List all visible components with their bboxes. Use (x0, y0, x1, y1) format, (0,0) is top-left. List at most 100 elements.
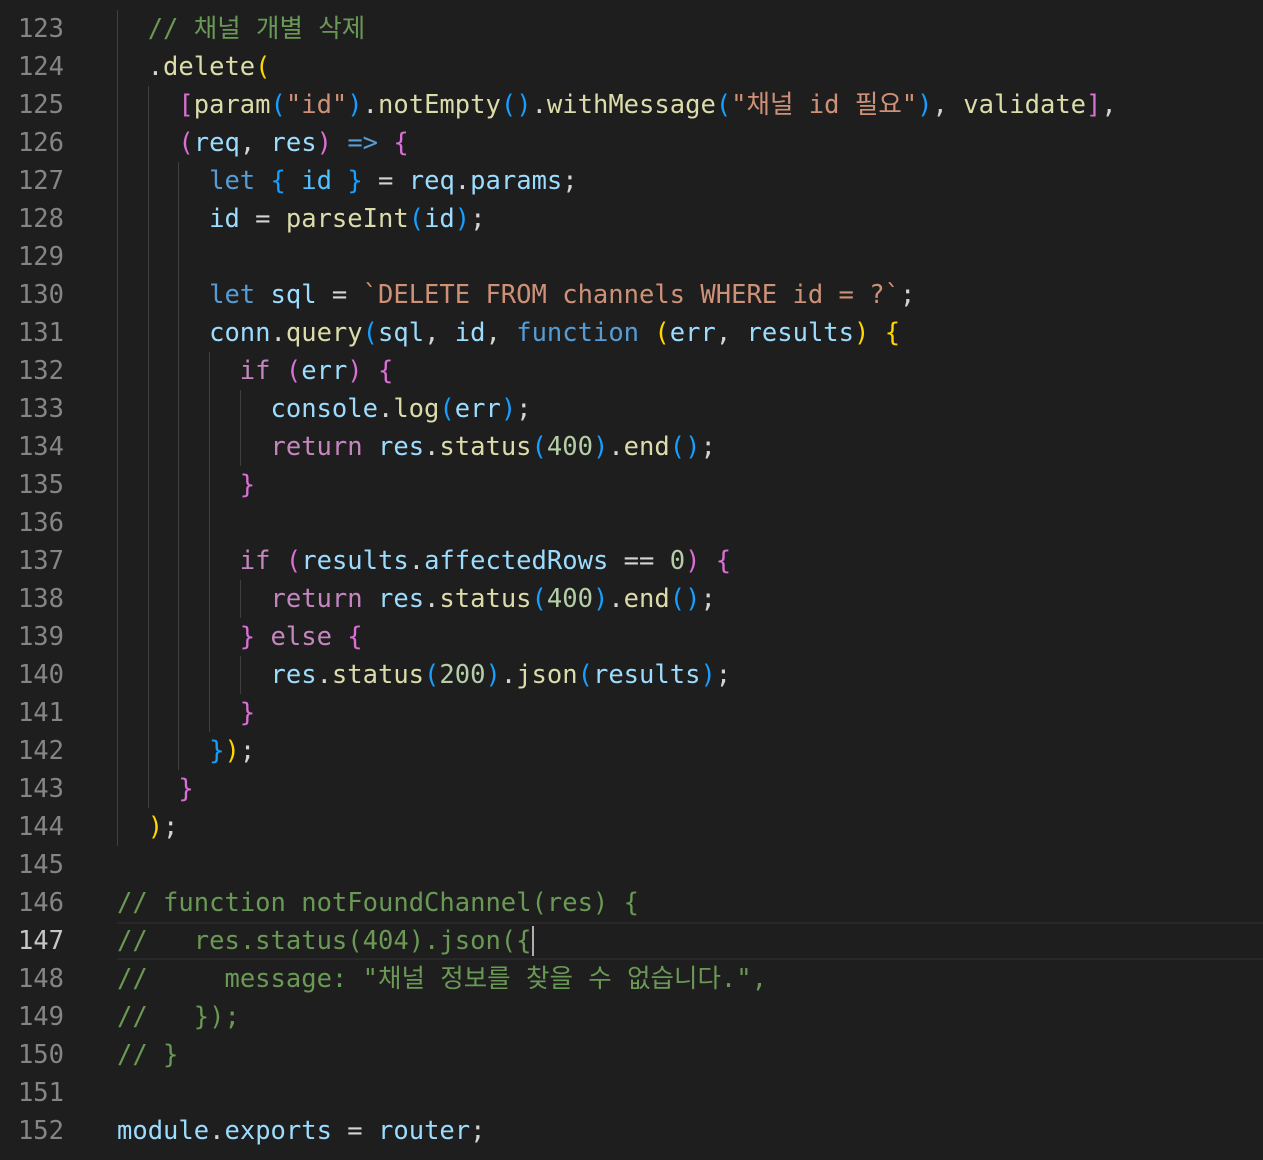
code-token: ( (424, 660, 440, 690)
line-number: 126 (17, 128, 64, 158)
line-number: 136 (17, 508, 64, 538)
line-number: 125 (17, 90, 64, 120)
line-number: 128 (17, 204, 64, 234)
code-token: // 채널 개별 삭제 (147, 14, 366, 44)
code-token: exports (224, 1116, 332, 1146)
code-token: ( (577, 660, 593, 690)
line-code: // }); (117, 1001, 240, 1033)
line-number: 129 (17, 242, 64, 272)
code-line[interactable]: 124 .delete( (0, 48, 1263, 86)
code-line[interactable]: 126 (req, res) => { (0, 124, 1263, 162)
code-token: param (193, 90, 271, 120)
code-line[interactable]: 138 return res.status(400).end(); (0, 580, 1263, 618)
code-token: } (239, 622, 256, 652)
code-line[interactable]: 141} (0, 694, 1263, 732)
code-line[interactable]: 134 return res.status(400).end(); (0, 428, 1263, 466)
line-number: 146 (17, 888, 64, 918)
code-token: 200 (439, 660, 486, 690)
code-token: ( (715, 90, 732, 120)
code-token: id (424, 204, 455, 234)
code-line[interactable]: 139} else { (0, 618, 1263, 656)
code-line[interactable]: 130 let sql = `DELETE FROM channels WHERE… (0, 276, 1263, 314)
code-token: ( (362, 318, 378, 348)
code-token: ) (700, 660, 716, 690)
line-code: res.status(200).json(results); (271, 659, 732, 691)
code-line[interactable]: 133 console.log(err); (0, 390, 1263, 428)
code-line[interactable]: 128 id = parseInt(id); (0, 200, 1263, 238)
code-token: . (377, 394, 394, 424)
line-code: // function notFoundChannel(res) { (117, 887, 639, 919)
code-line[interactable]: 143} (0, 770, 1263, 808)
code-line[interactable]: 123 // 채널 개별 삭제 (0, 10, 1263, 48)
code-token: ) (592, 432, 609, 462)
code-line[interactable]: 127 let { id } = req.params; (0, 162, 1263, 200)
code-token: { (884, 318, 901, 348)
code-line[interactable]: 135} (0, 466, 1263, 504)
code-token: { (393, 128, 409, 158)
code-token: "id" (285, 90, 348, 120)
code-token: . (531, 90, 547, 120)
line-number: 143 (17, 774, 64, 804)
code-token: ; (562, 166, 578, 196)
code-line[interactable]: 142}); (0, 732, 1263, 770)
code-token: . (424, 584, 440, 614)
code-token: status (439, 432, 532, 462)
line-code: } (178, 773, 193, 805)
code-line[interactable]: 125 [param("id").notEmpty().withMessage("… (0, 86, 1263, 124)
code-line[interactable]: 148 // message: "채널 정보를 찾을 수 없습니다.", (0, 960, 1263, 998)
code-token: sql (270, 280, 317, 310)
code-line[interactable]: 131 conn.query(sql, id, function (err, re… (0, 314, 1263, 352)
code-token: , (715, 318, 747, 348)
code-line[interactable]: 149 // }); (0, 998, 1263, 1036)
code-line[interactable]: 132 if (err) { (0, 352, 1263, 390)
line-number: 123 (17, 14, 64, 44)
code-token: ( (531, 432, 547, 462)
code-line[interactable]: 129 (0, 238, 1263, 276)
code-token: , (1101, 90, 1117, 120)
code-line[interactable]: 136 (0, 504, 1263, 542)
code-token: ( (531, 584, 547, 614)
code-token: ) (500, 394, 517, 424)
code-token: () (500, 90, 532, 120)
code-line[interactable]: 137 if (results.affectedRows == 0) { (0, 542, 1263, 580)
code-editor[interactable]: 123// 채널 개별 삭제 124 .delete(125 [param("id")… (0, 0, 1263, 1160)
code-line[interactable]: 151 (0, 1074, 1263, 1112)
code-token: () (669, 584, 701, 614)
code-token: return (270, 432, 363, 462)
code-token: id (209, 204, 240, 234)
code-token: . (316, 660, 332, 690)
line-code: }); (209, 735, 255, 767)
code-token: ; (715, 660, 732, 690)
code-token: log (393, 394, 440, 424)
code-token: ) (224, 736, 240, 766)
code-line[interactable]: 152 module.exports = router; (0, 1112, 1263, 1150)
code-token: ) (454, 204, 471, 234)
line-code: // } (117, 1039, 178, 1071)
code-token: return (270, 584, 363, 614)
line-number: 148 (17, 964, 64, 994)
code-token: delete (163, 52, 256, 82)
code-token: . (362, 90, 379, 120)
code-line[interactable]: 150 // } (0, 1036, 1263, 1074)
line-number: 145 (17, 850, 64, 880)
code-token: ) (592, 584, 609, 614)
code-token: } (239, 698, 256, 728)
code-token: err (301, 356, 348, 386)
code-line[interactable]: 140 res.status(200).json(results); (0, 656, 1263, 694)
code-token: = (316, 280, 363, 310)
code-token: ( (439, 394, 455, 424)
line-number: 132 (17, 356, 64, 386)
code-token: end (623, 432, 670, 462)
code-line[interactable]: 146 // function notFoundChannel(res) { (0, 884, 1263, 922)
code-line[interactable]: 147 // res.status(404).json({ (0, 922, 1263, 960)
code-token: ) (147, 812, 164, 842)
code-line[interactable]: 145 (0, 846, 1263, 884)
code-token: ( (255, 52, 271, 82)
code-line[interactable]: 144); (0, 808, 1263, 846)
